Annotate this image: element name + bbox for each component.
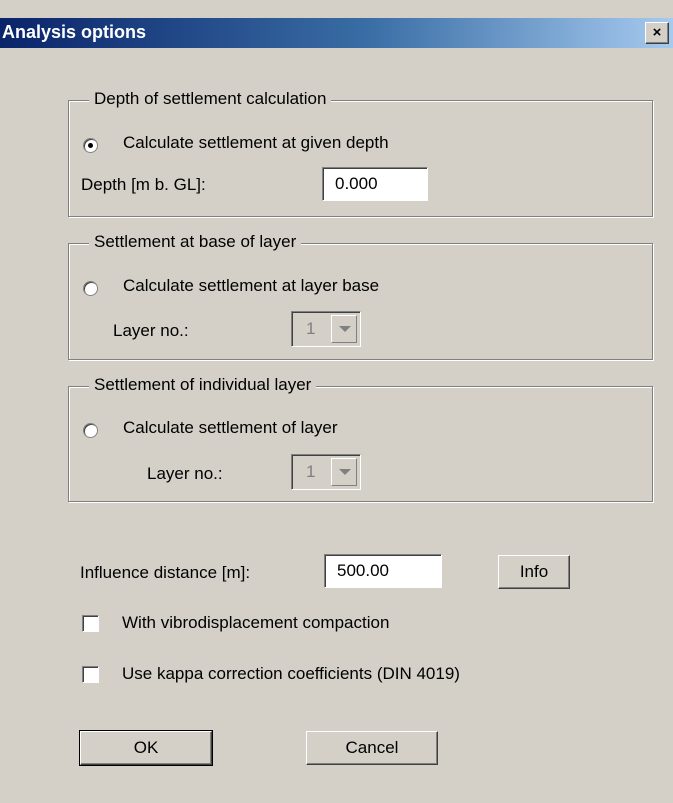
info-button-label: Info	[519, 562, 549, 581]
analysis-options-dialog: Analysis options × Depth of settlement c…	[0, 0, 673, 803]
depth-group-legend: Depth of settlement calculation	[89, 89, 332, 109]
chevron-down-icon[interactable]	[331, 458, 357, 486]
given-depth-radio[interactable]	[83, 138, 98, 153]
info-button[interactable]: Info	[498, 555, 570, 589]
title-bar[interactable]: Analysis options ×	[0, 18, 673, 48]
chevron-down-icon[interactable]	[331, 315, 357, 343]
base-group: Settlement at base of layer Calculate se…	[68, 232, 653, 360]
given-depth-radio-label[interactable]: Calculate settlement at given depth	[123, 133, 389, 153]
close-icon: ×	[652, 24, 662, 41]
individual-group-legend: Settlement of individual layer	[89, 375, 317, 395]
close-button[interactable]: ×	[645, 22, 669, 44]
layer-base-radio[interactable]	[83, 281, 98, 296]
ok-button[interactable]: OK	[79, 730, 213, 766]
influence-input[interactable]: 500.00	[324, 554, 442, 588]
kappa-checkbox[interactable]	[82, 666, 99, 683]
base-layer-value: 1	[306, 319, 316, 338]
base-layer-select[interactable]: 1	[291, 311, 361, 347]
influence-label: Influence distance [m]:	[80, 563, 251, 582]
layer-base-radio-label[interactable]: Calculate settlement at layer base	[123, 276, 379, 296]
individual-layer-select[interactable]: 1	[291, 454, 361, 490]
cancel-button[interactable]: Cancel	[306, 731, 438, 765]
influence-input-value: 500.00	[337, 561, 389, 580]
vibro-checkbox[interactable]	[82, 615, 99, 632]
vibro-checkbox-label[interactable]: With vibrodisplacement compaction	[122, 613, 389, 633]
depth-group: Depth of settlement calculation Calculat…	[68, 89, 653, 217]
depth-input[interactable]: 0.000	[322, 167, 428, 201]
individual-layer-radio[interactable]	[83, 423, 98, 438]
kappa-checkbox-label[interactable]: Use kappa correction coefficients (DIN 4…	[122, 664, 460, 684]
base-group-legend: Settlement at base of layer	[89, 232, 302, 252]
individual-layer-label: Layer no.:	[147, 464, 223, 483]
cancel-button-label: Cancel	[345, 738, 399, 757]
individual-layer-radio-label[interactable]: Calculate settlement of layer	[123, 418, 338, 438]
individual-group: Settlement of individual layer Calculate…	[68, 375, 653, 502]
depth-label: Depth [m b. GL]:	[81, 175, 206, 194]
individual-layer-value: 1	[306, 462, 316, 481]
depth-input-value: 0.000	[335, 174, 378, 193]
window-title: Analysis options	[2, 22, 147, 42]
ok-button-label: OK	[133, 738, 159, 757]
base-layer-label: Layer no.:	[113, 321, 189, 340]
